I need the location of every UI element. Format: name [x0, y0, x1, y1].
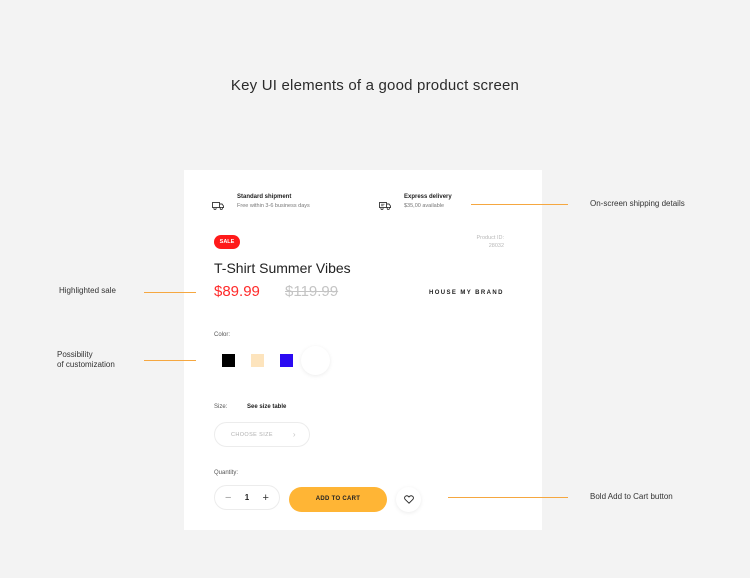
quantity-stepper: − 1 + [214, 485, 280, 510]
standard-shipment-title: Standard shipment [237, 194, 292, 200]
quantity-increase-button[interactable]: + [263, 492, 269, 504]
color-swatches [214, 346, 330, 375]
sale-price: $89.99 [214, 283, 260, 300]
chevron-right-icon: › [292, 430, 296, 439]
annotation-cart: Bold Add to Cart button [590, 492, 673, 501]
product-id-value: 28032 [488, 243, 504, 249]
size-table-link[interactable]: See size table [247, 404, 286, 410]
annotation-customization-line2: of customization [57, 360, 115, 369]
product-id-label: Product ID: [476, 235, 504, 241]
express-delivery: Express delivery $35,00 available [379, 193, 452, 213]
annotation-line-shipping [471, 204, 568, 205]
size-label: Size: [214, 404, 228, 410]
express-delivery-subtitle: $35,00 available [404, 203, 445, 209]
size-select[interactable]: CHOOSE SIZE › [214, 422, 310, 447]
size-select-placeholder: CHOOSE SIZE [231, 432, 273, 438]
product-card: Standard shipment Free within 3-6 busine… [184, 170, 542, 530]
annotation-shipping: On-screen shipping details [590, 199, 685, 208]
color-label: Color: [214, 332, 231, 338]
color-swatch-blue[interactable] [272, 346, 301, 375]
wishlist-button[interactable] [396, 487, 421, 512]
product-title: T-Shirt Summer Vibes [214, 260, 351, 276]
original-price: $119.99 [285, 283, 339, 300]
standard-shipment: Standard shipment Free within 3-6 busine… [212, 193, 310, 213]
annotation-line-sale [144, 292, 196, 293]
add-to-cart-button[interactable]: ADD TO CART [289, 487, 387, 512]
quantity-label: Quantity: [214, 470, 239, 476]
sale-badge: SALE [214, 235, 240, 249]
standard-shipment-subtitle: Free within 3-6 business days [237, 203, 310, 209]
annotation-customization-line1: Possibility [57, 350, 93, 359]
annotation-line-cart [448, 497, 568, 498]
product-id: Product ID: 28032 [476, 234, 504, 250]
color-swatch-beige[interactable] [243, 346, 272, 375]
page-heading: Key UI elements of a good product screen [230, 77, 520, 94]
heart-icon [403, 491, 414, 509]
annotation-customization: Possibility of customization [57, 350, 115, 370]
color-swatch-black[interactable] [214, 346, 243, 375]
quantity-value[interactable]: 1 [245, 493, 249, 502]
fast-truck-icon [379, 201, 391, 213]
annotation-sale: Highlighted sale [59, 286, 116, 295]
brand-name[interactable]: HOUSE MY BRAND [429, 290, 504, 296]
color-swatch-white[interactable] [301, 346, 330, 375]
express-delivery-title: Express delivery [404, 194, 452, 200]
truck-icon [212, 201, 224, 213]
quantity-decrease-button[interactable]: − [225, 492, 231, 504]
annotation-line-customization [144, 360, 196, 361]
